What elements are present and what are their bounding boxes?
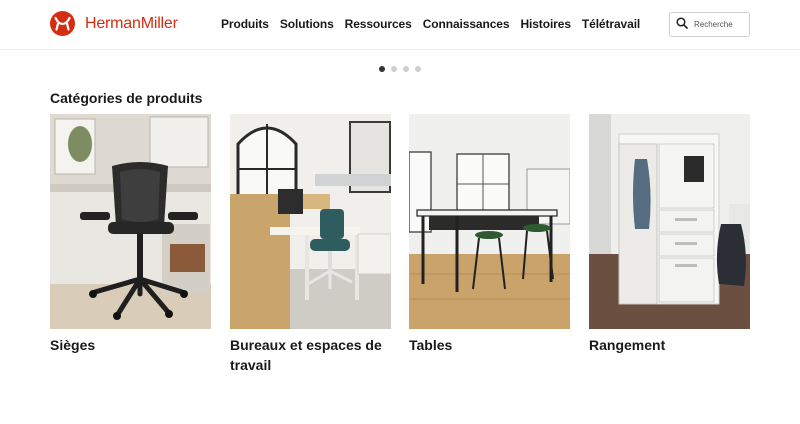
office-chair-photo	[50, 114, 211, 329]
high-table-stools-photo	[409, 114, 570, 329]
nav-item-histoires[interactable]: Histoires	[520, 17, 571, 31]
nav-item-teletravail[interactable]: Télétravail	[582, 17, 640, 31]
storage-locker-photo	[589, 114, 750, 329]
nav-item-connaissances[interactable]: Connaissances	[423, 17, 510, 31]
section-title: Catégories de produits	[50, 90, 203, 106]
main-nav: Produits Solutions Ressources Connaissan…	[221, 17, 640, 31]
carousel-dot-1[interactable]	[379, 66, 385, 72]
carousel-dot-2[interactable]	[391, 66, 397, 72]
carousel-pagination	[379, 66, 421, 72]
category-card-tables[interactable]: Tables	[409, 114, 570, 355]
carousel-dot-4[interactable]	[415, 66, 421, 72]
desk-workspace-photo	[230, 114, 391, 329]
category-label: Sièges	[50, 337, 96, 353]
herman-miller-logo-icon	[50, 11, 75, 36]
category-label: Rangement	[589, 337, 666, 353]
category-card-sieges[interactable]: Sièges	[50, 114, 211, 355]
brand-logo-link[interactable]: HermanMiller	[50, 11, 178, 36]
carousel-dot-3[interactable]	[403, 66, 409, 72]
category-card-bureaux[interactable]: Bureaux et espaces de travail	[230, 114, 391, 375]
search-icon[interactable]	[676, 16, 688, 34]
category-label: Bureaux et espaces de travail	[230, 337, 382, 373]
brand-name: HermanMiller	[85, 14, 178, 32]
search-box[interactable]	[669, 12, 750, 37]
site-header: HermanMiller Produits Solutions Ressourc…	[0, 0, 800, 50]
category-card-rangement[interactable]: Rangement	[589, 114, 750, 355]
search-input[interactable]	[694, 20, 740, 29]
nav-item-solutions[interactable]: Solutions	[280, 17, 334, 31]
category-label: Tables	[409, 337, 453, 353]
nav-item-ressources[interactable]: Ressources	[345, 17, 412, 31]
nav-item-produits[interactable]: Produits	[221, 17, 269, 31]
